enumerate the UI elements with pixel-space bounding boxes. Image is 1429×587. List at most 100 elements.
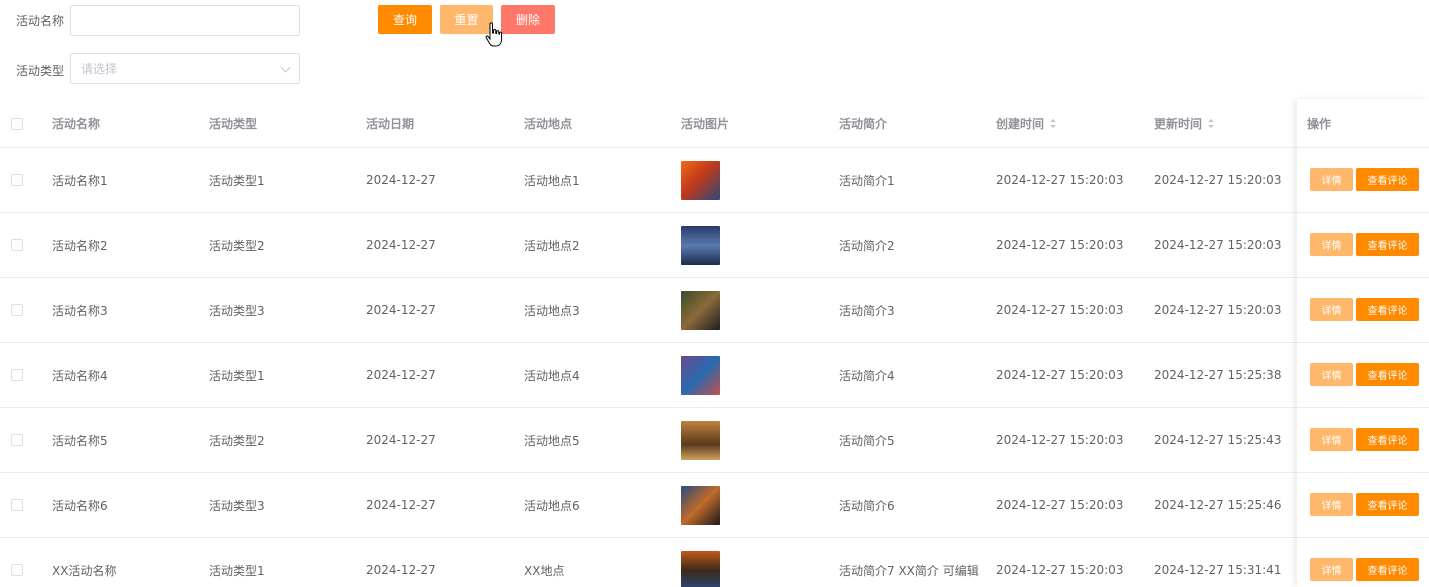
- detail-button[interactable]: 详情: [1310, 428, 1353, 451]
- detail-button[interactable]: 详情: [1310, 363, 1353, 386]
- cell-name: 活动名称3: [52, 303, 108, 318]
- view-comments-button[interactable]: 查看评论: [1356, 363, 1419, 386]
- delete-button[interactable]: 删除: [501, 5, 555, 34]
- header-date: 活动日期: [366, 117, 415, 131]
- cell-date: 2024-12-27: [366, 498, 436, 512]
- cell-intro: 活动简介1: [839, 173, 895, 188]
- sort-icon[interactable]: [1208, 119, 1215, 128]
- activity-image[interactable]: [681, 485, 720, 525]
- activity-type-label: 活动类型: [16, 64, 65, 78]
- row-checkbox[interactable]: [11, 564, 23, 576]
- cell-created: 2024-12-27 15:20:03: [996, 498, 1124, 512]
- cell-place: XX地点: [524, 563, 565, 578]
- table-header: 活动名称 活动类型 活动日期 活动地点 活动图片 活动简介 创建时间 更新时间 …: [0, 99, 1429, 148]
- cell-updated: 2024-12-27 15:20:03: [1154, 303, 1282, 317]
- cell-type: 活动类型2: [209, 433, 265, 448]
- view-comments-button[interactable]: 查看评论: [1356, 558, 1419, 581]
- view-comments-button[interactable]: 查看评论: [1356, 168, 1419, 191]
- cell-updated: 2024-12-27 15:25:43: [1154, 433, 1282, 447]
- cell-place: 活动地点1: [524, 173, 580, 188]
- cell-date: 2024-12-27: [366, 173, 436, 187]
- activity-name-input[interactable]: [70, 5, 300, 36]
- table-row: 活动名称4 活动类型1 2024-12-27 活动地点4 活动简介4 2024-12-27…: [0, 343, 1429, 408]
- header-place: 活动地点: [524, 117, 573, 131]
- header-ops: 操作: [1307, 117, 1332, 131]
- cell-type: 活动类型1: [209, 563, 265, 578]
- table-row: 活动名称1 活动类型1 2024-12-27 活动地点1 活动简介1 2024-12-27…: [0, 148, 1429, 213]
- view-comments-button[interactable]: 查看评论: [1356, 298, 1419, 321]
- activity-image[interactable]: [681, 290, 720, 330]
- header-created-label: 创建时间: [996, 117, 1045, 131]
- cell-image: [681, 408, 720, 472]
- activity-type-placeholder: 请选择: [81, 62, 118, 76]
- header-type: 活动类型: [209, 117, 258, 131]
- header-updated[interactable]: 更新时间: [1154, 99, 1215, 148]
- detail-button[interactable]: 详情: [1310, 493, 1353, 516]
- cell-intro: 活动简介2: [839, 238, 895, 253]
- header-image: 活动图片: [681, 117, 730, 131]
- detail-button[interactable]: 详情: [1310, 558, 1353, 581]
- cell-name: XX活动名称: [52, 563, 117, 578]
- cell-image: [681, 343, 720, 407]
- cell-type: 活动类型1: [209, 368, 265, 383]
- cell-type: 活动类型2: [209, 238, 265, 253]
- detail-button[interactable]: 详情: [1310, 298, 1353, 321]
- cell-created: 2024-12-27 15:20:03: [996, 303, 1124, 317]
- sort-icon[interactable]: [1050, 119, 1057, 128]
- cell-created: 2024-12-27 15:20:03: [996, 238, 1124, 252]
- cell-image: [681, 213, 720, 277]
- header-intro: 活动简介: [839, 117, 888, 131]
- cell-date: 2024-12-27: [366, 368, 436, 382]
- table-row: 活动名称3 活动类型3 2024-12-27 活动地点3 活动简介3 2024-12-27…: [0, 278, 1429, 343]
- cell-intro: 活动简介7 XX简介 可编辑: [839, 563, 979, 578]
- row-checkbox[interactable]: [11, 434, 23, 446]
- detail-button[interactable]: 详情: [1310, 233, 1353, 256]
- activity-image[interactable]: [681, 550, 720, 587]
- cell-updated: 2024-12-27 15:20:03: [1154, 173, 1282, 187]
- activity-image[interactable]: [681, 225, 720, 265]
- cell-name: 活动名称5: [52, 433, 108, 448]
- cell-place: 活动地点2: [524, 238, 580, 253]
- activity-type-select[interactable]: 请选择: [70, 53, 300, 84]
- activity-image[interactable]: [681, 355, 720, 395]
- row-checkbox[interactable]: [11, 304, 23, 316]
- activity-image[interactable]: [681, 420, 720, 460]
- activity-image[interactable]: [681, 160, 720, 200]
- cell-intro: 活动简介3: [839, 303, 895, 318]
- row-checkbox[interactable]: [11, 239, 23, 251]
- cell-updated: 2024-12-27 15:31:41: [1154, 563, 1282, 577]
- chevron-down-icon: [280, 62, 291, 73]
- detail-button[interactable]: 详情: [1310, 168, 1353, 191]
- cell-created: 2024-12-27 15:20:03: [996, 563, 1124, 577]
- table-row: XX活动名称 活动类型1 2024-12-27 XX地点 活动简介7 XX简介 可编辑 2…: [0, 538, 1429, 587]
- activity-name-label: 活动名称: [16, 14, 65, 28]
- query-button[interactable]: 查询: [378, 5, 432, 34]
- cell-date: 2024-12-27: [366, 238, 436, 252]
- cell-date: 2024-12-27: [366, 433, 436, 447]
- cell-intro: 活动简介4: [839, 368, 895, 383]
- row-checkbox[interactable]: [11, 174, 23, 186]
- row-checkbox[interactable]: [11, 369, 23, 381]
- select-all-checkbox[interactable]: [11, 118, 23, 130]
- header-created[interactable]: 创建时间: [996, 99, 1057, 148]
- view-comments-button[interactable]: 查看评论: [1356, 493, 1419, 516]
- view-comments-button[interactable]: 查看评论: [1356, 233, 1419, 256]
- cell-place: 活动地点3: [524, 303, 580, 318]
- cell-name: 活动名称1: [52, 173, 108, 188]
- cell-created: 2024-12-27 15:20:03: [996, 433, 1124, 447]
- table-row: 活动名称2 活动类型2 2024-12-27 活动地点2 活动简介2 2024-12-27…: [0, 213, 1429, 278]
- hand-cursor-icon: [485, 22, 503, 47]
- activity-table: 活动名称 活动类型 活动日期 活动地点 活动图片 活动简介 创建时间 更新时间 …: [0, 99, 1429, 587]
- cell-date: 2024-12-27: [366, 563, 436, 577]
- cell-created: 2024-12-27 15:20:03: [996, 368, 1124, 382]
- row-checkbox[interactable]: [11, 499, 23, 511]
- cell-image: [681, 278, 720, 342]
- cell-place: 活动地点5: [524, 433, 580, 448]
- cell-image: [681, 148, 720, 212]
- cell-intro: 活动简介6: [839, 498, 895, 513]
- cell-name: 活动名称4: [52, 368, 108, 383]
- view-comments-button[interactable]: 查看评论: [1356, 428, 1419, 451]
- cell-date: 2024-12-27: [366, 303, 436, 317]
- cell-image: [681, 538, 720, 587]
- cell-updated: 2024-12-27 15:20:03: [1154, 238, 1282, 252]
